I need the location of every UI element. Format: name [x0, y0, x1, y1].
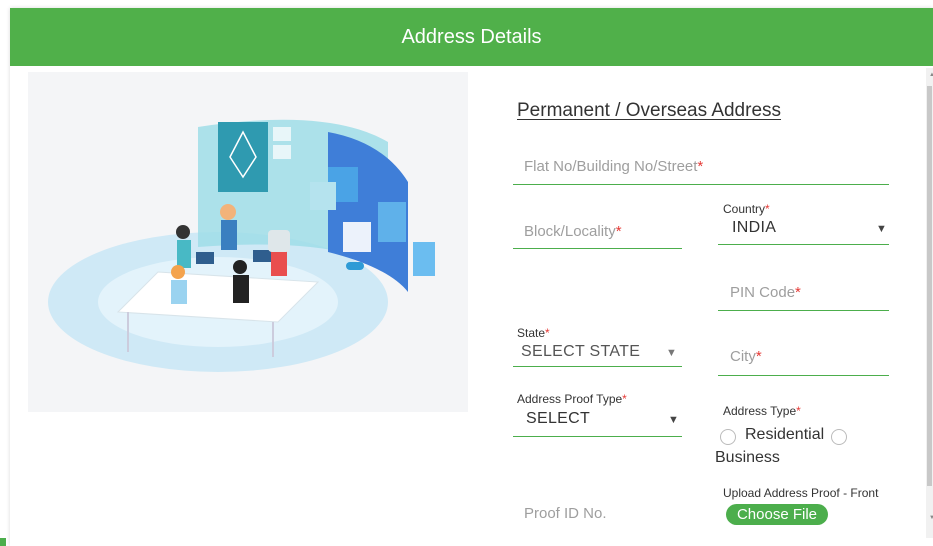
country-value: INDIA: [732, 219, 777, 236]
scroll-up-icon[interactable]: ▲: [929, 72, 933, 78]
caret-down-icon: ▼: [666, 347, 677, 359]
page-title: Address Details: [401, 26, 542, 48]
caret-down-icon: ▼: [668, 414, 679, 426]
block-placeholder: Block/Locality*: [524, 223, 622, 240]
proof-type-value: SELECT: [526, 410, 591, 427]
upload-label: Upload Address Proof - Front: [723, 486, 879, 500]
radio-business-label: Business: [715, 449, 780, 466]
scrollbar-thumb[interactable]: [927, 86, 932, 486]
header-bar: Address Details: [10, 8, 933, 66]
radio-residential[interactable]: [720, 429, 736, 445]
caret-down-icon: ▼: [876, 223, 887, 235]
scroll-down-icon[interactable]: ▼: [929, 515, 933, 521]
illustration: [28, 72, 468, 412]
pin-placeholder: PIN Code*: [730, 284, 801, 301]
country-label: Country*: [723, 202, 770, 216]
scrollbar[interactable]: [926, 68, 933, 538]
state-label: State*: [517, 326, 550, 340]
team-meeting-illustration: [48, 119, 435, 372]
section-title: Permanent / Overseas Address: [517, 100, 782, 121]
proof-type-label: Address Proof Type*: [517, 392, 627, 406]
state-value: SELECT STATE: [521, 343, 641, 360]
radio-residential-label: Residential: [745, 426, 825, 443]
radio-business[interactable]: [831, 429, 847, 445]
corner-accent: [0, 538, 6, 546]
choose-file-button[interactable]: Choose File: [726, 504, 828, 525]
address-type-label: Address Type*: [723, 404, 801, 418]
proof-id-placeholder: Proof ID No.: [524, 505, 607, 522]
city-placeholder: City*: [730, 348, 762, 365]
address-details-card: Address Details ▲ ▼ Permanent / Overseas…: [10, 8, 933, 546]
flat-placeholder: Flat No/Building No/Street*: [524, 158, 704, 175]
